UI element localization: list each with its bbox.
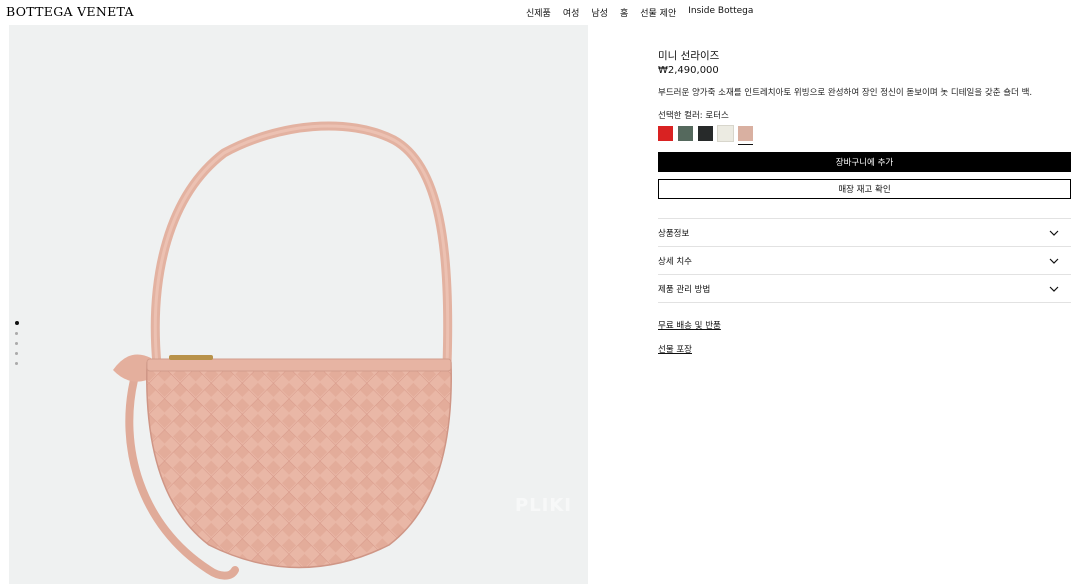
swatch-green[interactable] — [678, 126, 693, 141]
swatch-black[interactable] — [698, 126, 713, 141]
nav-item-home[interactable]: 홈 — [620, 6, 628, 19]
nav-item-women[interactable]: 여성 — [563, 6, 580, 19]
accordion-label: 상세 치수 — [658, 256, 692, 267]
product-title: 미니 선라이즈 — [658, 50, 720, 62]
gallery-dot-3[interactable] — [15, 342, 18, 345]
service-links: 무료 배송 및 반품 선물 포장 — [658, 319, 1071, 355]
check-store-stock-button[interactable]: 매장 재고 확인 — [658, 179, 1071, 199]
product-info-panel: 미니 선라이즈 ₩2,490,000 부드러운 양가죽 소재를 인트레치아토 위… — [658, 48, 1071, 355]
free-shipping-returns-link[interactable]: 무료 배송 및 반품 — [658, 319, 1071, 331]
accordion-care[interactable]: 제품 관리 방법 — [658, 275, 1071, 303]
gallery-dot-2[interactable] — [15, 332, 18, 335]
chevron-down-icon — [1049, 230, 1059, 236]
product-image — [113, 121, 453, 580]
product-details-accordion: 상품정보 상세 치수 제품 관리 방법 — [658, 218, 1071, 303]
product-image-gallery[interactable]: PLIKI — [9, 25, 588, 584]
gallery-dot-4[interactable] — [15, 352, 18, 355]
product-description: 부드러운 양가죽 소재를 인트레치아토 위빙으로 완성하여 장인 정신이 돋보이… — [658, 88, 1033, 98]
add-to-cart-button[interactable]: 장바구니에 추가 — [658, 152, 1071, 172]
watermark-text: PLIKI — [515, 495, 573, 516]
selected-color-label: 선택한 컬러: 로터스 — [658, 111, 729, 121]
gallery-dot-5[interactable] — [15, 362, 18, 365]
nav-item-gifts[interactable]: 선물 제안 — [640, 6, 676, 19]
gallery-pagination — [15, 321, 19, 372]
chevron-down-icon — [1049, 286, 1059, 292]
accordion-label: 제품 관리 방법 — [658, 284, 711, 295]
accordion-product-info[interactable]: 상품정보 — [658, 219, 1071, 247]
nav-item-new[interactable]: 신제품 — [526, 6, 551, 19]
product-price: ₩2,490,000 — [658, 65, 719, 76]
site-header: BOTTEGA VENETA 신제품 여성 남성 홈 선물 제안 Inside … — [0, 0, 1080, 24]
brand-logo[interactable]: BOTTEGA VENETA — [6, 4, 134, 19]
swatch-cream[interactable] — [717, 125, 734, 142]
accordion-label: 상품정보 — [658, 228, 690, 239]
accordion-dimensions[interactable]: 상세 치수 — [658, 247, 1071, 275]
nav-item-inside-bottega[interactable]: Inside Bottega — [688, 6, 753, 19]
swatch-lotus[interactable] — [738, 126, 753, 145]
nav-item-men[interactable]: 남성 — [591, 6, 608, 19]
main-nav: 신제품 여성 남성 홈 선물 제안 Inside Bottega — [526, 6, 753, 19]
color-swatches — [658, 125, 1071, 146]
gallery-dot-1[interactable] — [15, 321, 19, 325]
chevron-down-icon — [1049, 258, 1059, 264]
gift-wrapping-link[interactable]: 선물 포장 — [658, 343, 1071, 355]
swatch-red[interactable] — [658, 126, 673, 141]
